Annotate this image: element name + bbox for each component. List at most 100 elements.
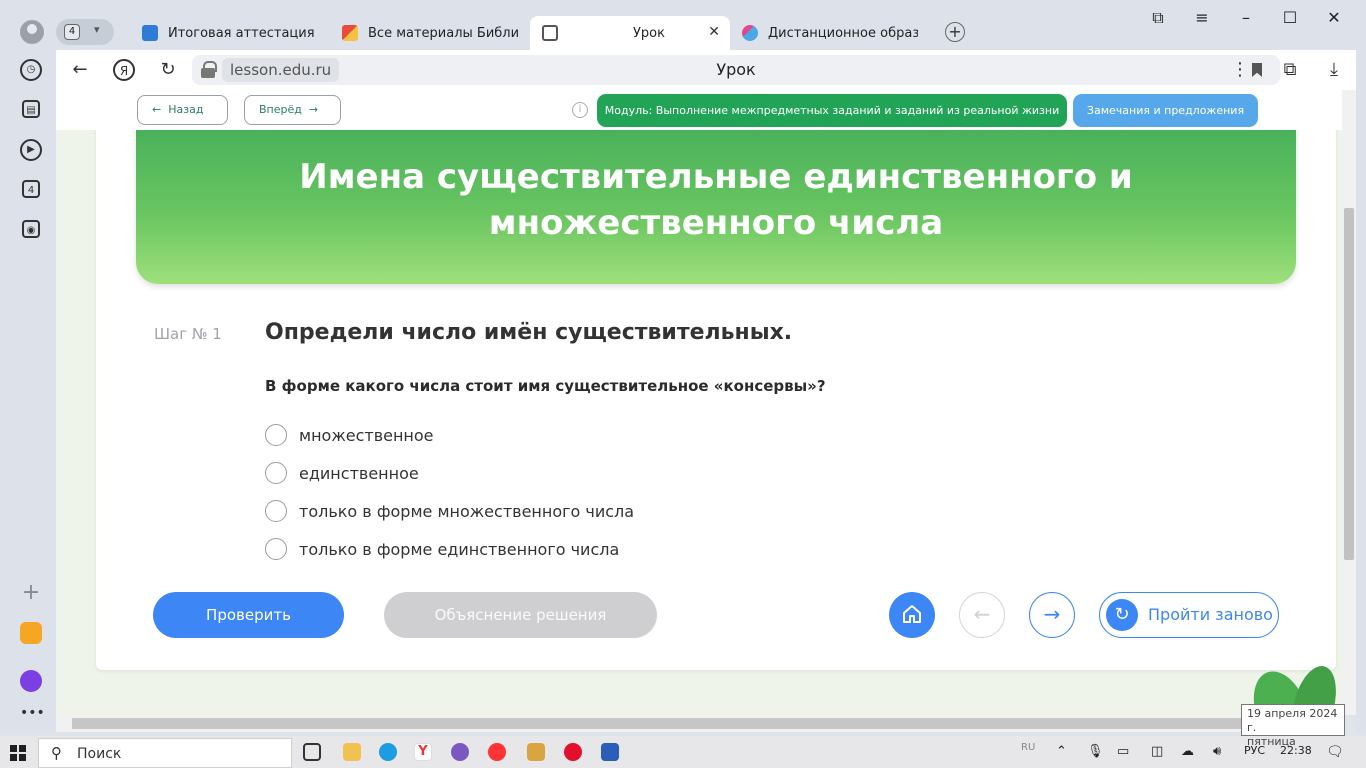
- back-arrow-icon[interactable]: ←: [68, 58, 92, 82]
- arrow-left-icon: ←: [973, 602, 991, 626]
- collections-toolbar-icon[interactable]: ⧉: [1278, 58, 1302, 82]
- alice-assistant-icon[interactable]: [20, 670, 42, 692]
- answer-option[interactable]: множественное: [265, 423, 434, 447]
- vertical-scrollbar[interactable]: [1342, 90, 1356, 715]
- chevron-up-icon[interactable]: ⌃: [1056, 744, 1067, 759]
- viber-icon[interactable]: [451, 743, 469, 761]
- radio-button[interactable]: [265, 538, 287, 560]
- home-button[interactable]: [889, 592, 935, 638]
- forward-button[interactable]: Вперёд →: [244, 95, 341, 125]
- lesson-banner: Имена существительные единственного и мн…: [136, 110, 1296, 284]
- answer-option[interactable]: единственное: [265, 461, 419, 485]
- add-panel-icon[interactable]: +: [20, 582, 42, 604]
- tab-group-count: 4: [64, 24, 80, 40]
- answer-option-label: только в форме множественного числа: [299, 501, 635, 521]
- tab-label: Итоговая аттестация [отв: [168, 25, 318, 41]
- tab-distance[interactable]: Дистанционное образова: [730, 16, 930, 50]
- arrow-right-icon: →: [308, 103, 319, 116]
- answer-option[interactable]: только в форме единственного числа: [265, 537, 619, 561]
- previous-step-button[interactable]: ←: [959, 592, 1005, 638]
- radio-button[interactable]: [265, 500, 287, 522]
- tab-library[interactable]: Все материалы Библиоте: [330, 16, 530, 50]
- radio-button[interactable]: [265, 462, 287, 484]
- tab-label: Дистанционное образова: [768, 25, 918, 41]
- restart-button[interactable]: ↻ Пройти заново: [1099, 592, 1279, 638]
- app-icon[interactable]: [527, 743, 545, 761]
- tab-label: Все материалы Библиоте: [368, 25, 518, 41]
- cloud-icon[interactable]: ☁: [1181, 744, 1194, 759]
- answer-option-label: только в форме единственного числа: [299, 539, 620, 559]
- taskbar-search[interactable]: ⚲ Поиск: [38, 738, 292, 768]
- search-icon: ⚲: [51, 744, 62, 762]
- answer-option[interactable]: только в форме множественного числа: [265, 499, 634, 523]
- address-bar: ← Я ↻ lesson.edu.ru Урок ⋮ ⧉ ⤓: [56, 50, 1356, 90]
- arrow-left-icon: ←: [152, 103, 162, 116]
- date-tooltip: 19 апреля 2024 г. пятница: [1241, 704, 1345, 748]
- next-step-button[interactable]: →: [1029, 592, 1075, 638]
- restart-icon: ↻: [1106, 599, 1138, 631]
- screenshot-icon[interactable]: ◉: [22, 220, 40, 238]
- tab-group-button[interactable]: 4 ▾: [56, 19, 114, 45]
- windows-start-icon[interactable]: [10, 745, 26, 761]
- radio-button[interactable]: [265, 424, 287, 446]
- task-view-icon[interactable]: [303, 743, 321, 761]
- close-tab-icon[interactable]: ✕: [708, 24, 720, 40]
- close-window-icon[interactable]: ✕: [1314, 8, 1354, 27]
- lesson-card: Имена существительные единственного и мн…: [96, 110, 1336, 670]
- restart-label: Пройти заново: [1148, 605, 1273, 624]
- bookmarks-panel-icon[interactable]: ⧉: [1138, 8, 1178, 28]
- tab-strip: 4 ▾ Итоговая аттестация [отв Все материа…: [0, 0, 1366, 50]
- tab-label: Урок: [633, 25, 665, 41]
- more-icon[interactable]: •••: [20, 702, 45, 724]
- remarks-button[interactable]: Замечания и предложения: [1073, 94, 1258, 127]
- yandex-browser-icon[interactable]: Y: [414, 743, 432, 761]
- browser-sidebar: ◷ ▤ ▶ 4 ◉ + •••: [0, 50, 56, 732]
- taskbar: ⚲ Поиск Y RU ⌃ 🎙︎ ▭ ◫ ☁ 🔊︎ РУС 22:38 🗨︎: [0, 736, 1366, 768]
- opera-icon[interactable]: [564, 743, 582, 761]
- book-favicon-icon: [142, 25, 158, 41]
- yandex-icon[interactable]: Я: [113, 59, 135, 81]
- check-button[interactable]: Проверить: [153, 592, 344, 638]
- answer-option-label: множественное: [299, 425, 434, 445]
- horizontal-scrollbar[interactable]: [56, 715, 1342, 732]
- maximize-icon[interactable]: ☐: [1270, 8, 1310, 27]
- collections-icon[interactable]: ▤: [22, 100, 40, 118]
- library-favicon-icon: [342, 25, 358, 41]
- file-explorer-icon[interactable]: [343, 743, 361, 761]
- tab-count-icon[interactable]: 4: [22, 180, 40, 198]
- tab-lesson[interactable]: Урок ✕: [530, 16, 730, 50]
- word-icon[interactable]: [601, 743, 619, 761]
- window-edge: [1356, 50, 1366, 732]
- step-label: Шаг № 1: [154, 325, 222, 343]
- reload-icon[interactable]: ↻: [156, 58, 180, 82]
- arrow-right-icon: →: [1043, 602, 1061, 626]
- scrollbar-thumb[interactable]: [1344, 208, 1354, 560]
- module-button[interactable]: Модуль: Выполнение межпредметных заданий…: [597, 94, 1067, 127]
- microphone-icon[interactable]: 🎙︎: [1087, 744, 1104, 759]
- tab-count-label: 4: [27, 185, 35, 196]
- volume-icon[interactable]: 🔊︎: [1213, 744, 1221, 759]
- lesson-toolbar: ← Назад Вперёд → i Модуль: Выполнение ме…: [56, 90, 1342, 130]
- scrollbar-thumb[interactable]: [72, 718, 1302, 729]
- battery-icon[interactable]: ▭: [1117, 744, 1129, 759]
- new-tab-plus-icon[interactable]: +: [945, 22, 965, 42]
- download-icon[interactable]: ⤓: [1322, 58, 1346, 82]
- yandex-icon[interactable]: [488, 743, 506, 761]
- history-icon[interactable]: ◷: [20, 59, 42, 81]
- info-icon[interactable]: i: [572, 102, 588, 118]
- search-label: Поиск: [77, 746, 122, 762]
- lesson-title: Имена существительные единственного и мн…: [299, 157, 1133, 243]
- minimize-icon[interactable]: –: [1226, 8, 1266, 27]
- explain-solution-button[interactable]: Объяснение решения: [384, 592, 657, 638]
- page-title: Урок: [716, 60, 756, 79]
- edge-icon[interactable]: [379, 743, 397, 761]
- more-vert-icon[interactable]: ⋮: [1228, 58, 1252, 82]
- profile-avatar-icon[interactable]: [20, 20, 44, 44]
- play-icon[interactable]: ▶: [20, 139, 42, 161]
- mail-icon[interactable]: [20, 622, 42, 644]
- url-field[interactable]: lesson.edu.ru Урок: [192, 55, 1280, 85]
- tab-itog[interactable]: Итоговая аттестация [отв: [130, 16, 330, 50]
- menu-icon[interactable]: ≡: [1182, 8, 1222, 27]
- camera-icon[interactable]: ◫: [1151, 744, 1163, 759]
- back-button[interactable]: ← Назад: [137, 95, 228, 125]
